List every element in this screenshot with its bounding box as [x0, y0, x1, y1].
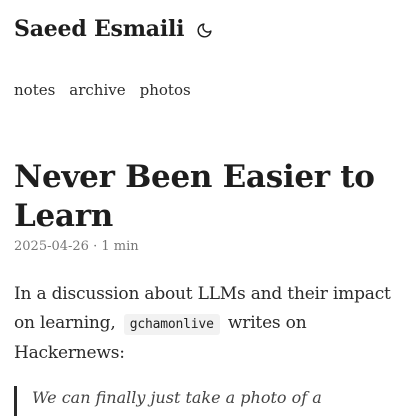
- post-title: Never Been Easier to Learn: [14, 159, 375, 234]
- main-nav: notes archive photos: [14, 81, 191, 99]
- nav-item-photos[interactable]: photos: [140, 81, 191, 99]
- moon-icon: [197, 22, 212, 37]
- site-title-link[interactable]: Saeed Esmaili: [14, 16, 185, 42]
- nav-item-notes[interactable]: notes: [14, 81, 55, 99]
- nav-item-archive[interactable]: archive: [69, 81, 125, 99]
- post-intro-paragraph: In a discussion about LLMs and their imp…: [14, 280, 394, 368]
- post-meta: 2025-04-26 · 1 min: [14, 239, 139, 254]
- theme-toggle-button[interactable]: [195, 21, 213, 39]
- post-blockquote: We can finally just take a photo of a: [14, 386, 384, 416]
- username-code: gchamonlive: [123, 314, 220, 335]
- quote-text: We can finally just take a photo of a: [32, 388, 322, 407]
- site-header: Saeed Esmaili: [14, 16, 213, 42]
